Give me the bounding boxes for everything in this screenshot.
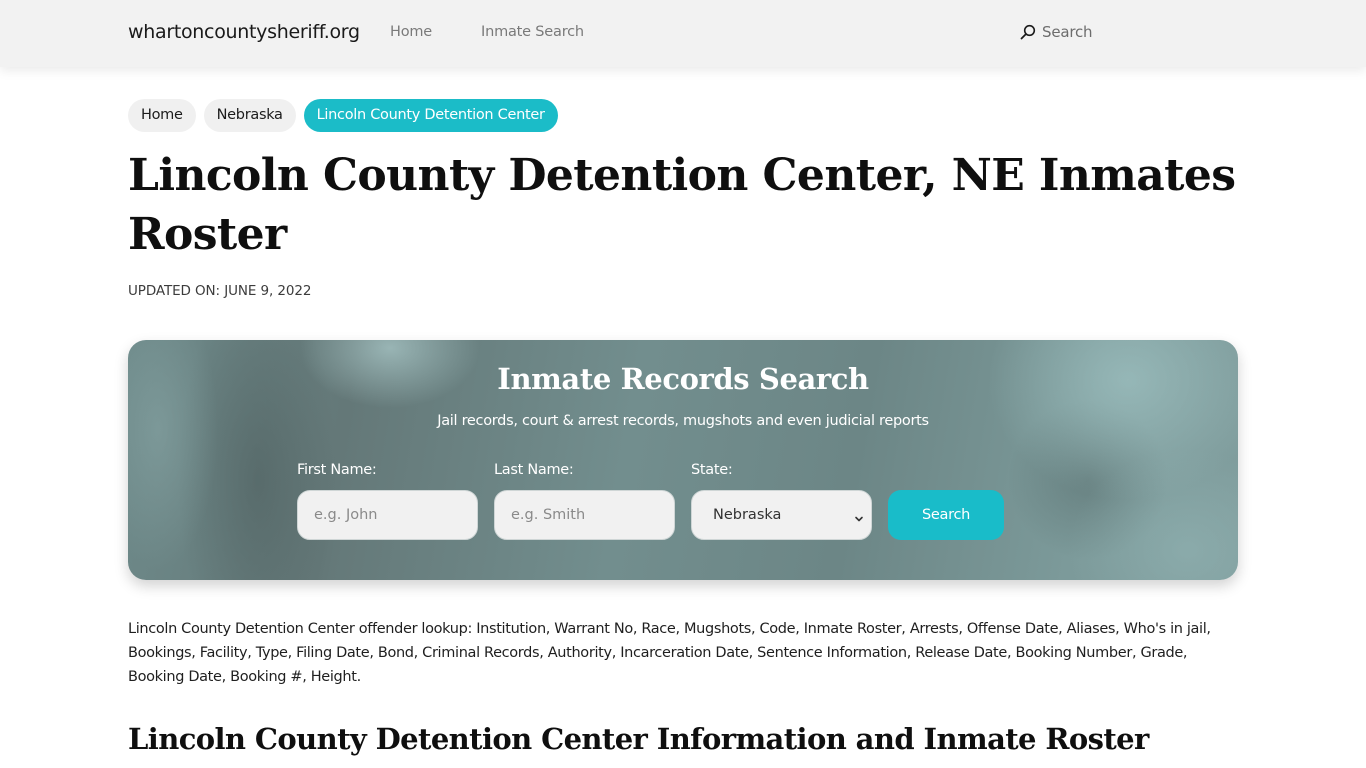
- header-search-label: Search: [1042, 23, 1093, 41]
- breadcrumb: Home Nebraska Lincoln County Detention C…: [128, 99, 558, 132]
- last-name-label: Last Name:: [494, 462, 574, 478]
- last-name-input[interactable]: [494, 490, 675, 540]
- section-heading: Lincoln County Detention Center Informat…: [128, 722, 1149, 756]
- search-card-title: Inmate Records Search: [497, 362, 869, 396]
- breadcrumb-current[interactable]: Lincoln County Detention Center: [303, 99, 558, 132]
- search-submit-button[interactable]: Search: [888, 490, 1004, 540]
- page-title: Lincoln County Detention Center, NE Inma…: [128, 150, 1236, 260]
- nav-home-link[interactable]: Home: [390, 24, 432, 40]
- state-select-wrapper: Nebraska: [691, 490, 872, 540]
- search-card-subtitle: Jail records, court & arrest records, mu…: [437, 413, 929, 429]
- state-label: State:: [691, 462, 733, 478]
- first-name-label: First Name:: [297, 462, 377, 478]
- top-navbar: whartoncountysheriff.org Home Inmate Sea…: [0, 0, 1366, 67]
- site-brand-link[interactable]: whartoncountysheriff.org: [128, 21, 360, 43]
- first-name-input[interactable]: [297, 490, 478, 540]
- state-select[interactable]: Nebraska: [691, 490, 872, 540]
- search-icon: [1020, 24, 1036, 40]
- description-paragraph: Lincoln County Detention Center offender…: [128, 621, 1211, 685]
- inmate-search-card: Inmate Records Search Jail records, cour…: [128, 340, 1238, 580]
- breadcrumb-home[interactable]: Home: [128, 99, 196, 132]
- nav-inmate-search-link[interactable]: Inmate Search: [481, 24, 584, 40]
- updated-date: UPDATED ON: JUNE 9, 2022: [128, 283, 312, 299]
- breadcrumb-nebraska[interactable]: Nebraska: [203, 99, 296, 132]
- header-search-button[interactable]: Search: [1020, 23, 1093, 41]
